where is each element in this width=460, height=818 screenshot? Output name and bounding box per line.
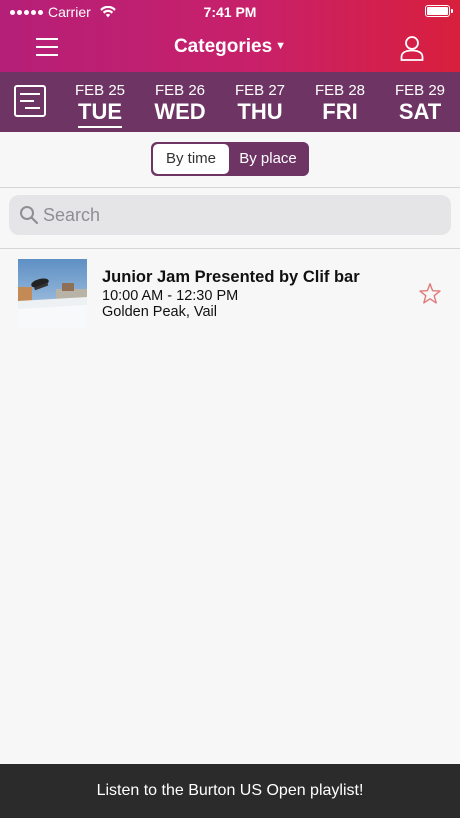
date-tab-feb25[interactable]: FEB 25 TUE <box>68 82 132 128</box>
event-time: 10:00 AM - 12:30 PM <box>102 288 239 304</box>
date-tab-feb27[interactable]: FEB 27 THU <box>228 82 292 125</box>
caret-down-icon: ▼ <box>275 40 287 52</box>
event-thumbnail <box>18 259 87 328</box>
date-tab-feb26[interactable]: FEB 26 WED <box>148 82 212 125</box>
user-icon[interactable] <box>400 35 424 61</box>
date-tab-feb28[interactable]: FEB 28 FRI <box>308 82 372 125</box>
by-place-option[interactable]: By place <box>229 144 307 174</box>
header: Carrier 7:41 PM Categories ▼ <box>0 0 460 72</box>
search-icon <box>20 206 39 225</box>
sort-segment-area: By time By place <box>0 132 460 187</box>
status-time: 7:41 PM <box>203 4 257 20</box>
categories-title: Categories <box>173 36 273 57</box>
divider <box>0 187 460 188</box>
date-tab-feb29[interactable]: FEB 29 SAT <box>388 82 452 125</box>
event-title: Junior Jam Presented by Clif bar <box>102 268 360 286</box>
sort-segmented-control: By time By place <box>151 142 309 176</box>
search-bar <box>9 195 451 235</box>
star-icon[interactable] <box>418 282 442 306</box>
by-time-option[interactable]: By time <box>153 144 229 174</box>
playlist-banner[interactable]: Listen to the Burton US Open playlist! <box>0 764 460 818</box>
nav-bar: Categories ▼ <box>0 24 460 72</box>
filter-icon[interactable] <box>14 85 46 117</box>
divider <box>0 248 460 249</box>
status-bar: Carrier 7:41 PM <box>0 0 460 24</box>
event-row[interactable]: Junior Jam Presented by Clif bar 10:00 A… <box>0 250 460 338</box>
categories-dropdown[interactable]: Categories ▼ <box>0 36 460 58</box>
date-bar: FEB 25 TUE FEB 26 WED FEB 27 THU FEB 28 … <box>0 72 460 132</box>
search-input[interactable] <box>43 195 443 235</box>
battery-icon <box>425 5 453 17</box>
event-place: Golden Peak, Vail <box>102 304 217 320</box>
